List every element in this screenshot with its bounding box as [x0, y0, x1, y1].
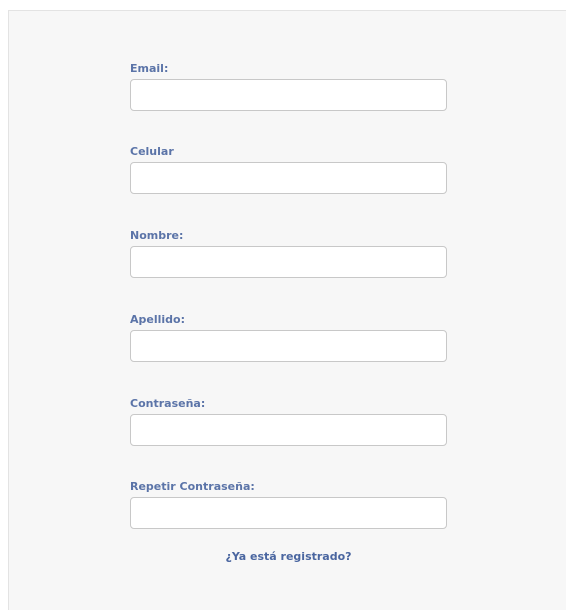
- repetir-contrasena-input[interactable]: [130, 497, 447, 529]
- celular-field-group: Celular: [130, 145, 447, 194]
- repetir-contrasena-field-group: Repetir Contraseña:: [130, 480, 447, 529]
- nombre-label: Nombre:: [130, 229, 184, 242]
- nombre-input[interactable]: [130, 246, 447, 278]
- contrasena-field-group: Contraseña:: [130, 397, 447, 446]
- already-registered-link[interactable]: ¿Ya está registrado?: [130, 550, 447, 563]
- email-field-group: Email:: [130, 62, 447, 111]
- nombre-field-group: Nombre:: [130, 229, 447, 278]
- apellido-input[interactable]: [130, 330, 447, 362]
- apellido-label: Apellido:: [130, 313, 185, 326]
- email-input[interactable]: [130, 79, 447, 111]
- contrasena-input[interactable]: [130, 414, 447, 446]
- email-label: Email:: [130, 62, 169, 75]
- celular-label: Celular: [130, 145, 174, 158]
- celular-input[interactable]: [130, 162, 447, 194]
- contrasena-label: Contraseña:: [130, 397, 206, 410]
- apellido-field-group: Apellido:: [130, 313, 447, 362]
- repetir-contrasena-label: Repetir Contraseña:: [130, 480, 255, 493]
